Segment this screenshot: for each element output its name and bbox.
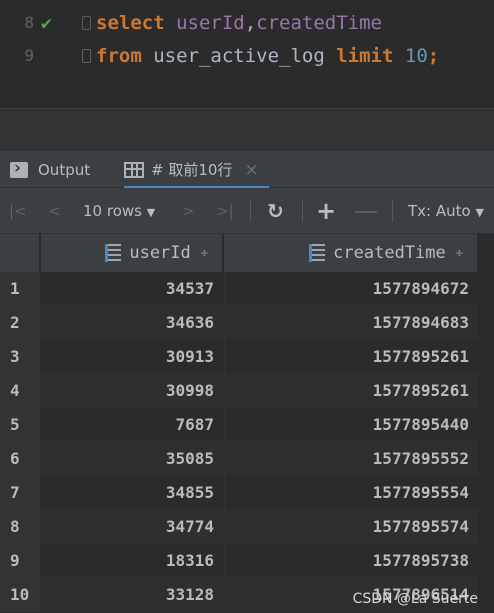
table-row[interactable]: 2 34636 1577894683 (0, 306, 494, 340)
page-size-dropdown[interactable]: 10 rows ▼ (83, 188, 155, 234)
code-token: user_active_log (153, 45, 337, 67)
result-toolbar: |< < 10 rows ▼ > >| ↻ + — Tx: Auto ▼ (0, 188, 494, 234)
code-token: userId (176, 12, 245, 34)
toolbar-divider (392, 200, 393, 222)
close-icon[interactable]: × (244, 160, 258, 180)
cell-createdtime[interactable]: 1577895554 (224, 476, 478, 510)
cell-userid[interactable]: 34537 (41, 272, 223, 306)
cell-userid[interactable]: 30913 (41, 340, 223, 374)
code-token: ; (427, 45, 440, 67)
table-row[interactable]: 7 34855 1577895554 (0, 476, 494, 510)
cell-userid[interactable]: 34636 (41, 306, 223, 340)
row-number[interactable]: 8 (0, 510, 40, 544)
table-row[interactable]: 5 7687 1577895440 (0, 408, 494, 442)
editor-bottom-strip (0, 108, 494, 150)
cell-createdtime[interactable]: 1577895552 (224, 442, 478, 476)
row-number[interactable]: 5 (0, 408, 40, 442)
sort-icon[interactable]: ÷ (456, 246, 463, 260)
row-number[interactable]: 2 (0, 306, 40, 340)
transaction-mode-label: Tx: Auto (408, 202, 471, 220)
code-line[interactable]: 9 from user_active_log limit 10; (0, 41, 494, 71)
table-row[interactable]: 8 34774 1577895574 (0, 510, 494, 544)
cell-createdtime[interactable]: 1577895261 (224, 340, 478, 374)
cell-userid[interactable]: 33128 (41, 578, 223, 612)
first-page-button[interactable]: |< (9, 188, 27, 234)
sql-editor[interactable]: ·· · · 8 ✔ select userId,createdTime 9 from … (0, 0, 494, 108)
column-header-label: createdTime (333, 243, 446, 263)
refresh-icon[interactable]: ↻ (267, 188, 284, 234)
code-text: select userId,createdTime (96, 8, 382, 38)
code-token: , (244, 12, 257, 34)
fold-icon[interactable] (82, 49, 91, 63)
last-page-button[interactable]: >| (216, 188, 234, 234)
cell-userid[interactable]: 34774 (41, 510, 223, 544)
row-number[interactable]: 10 (0, 578, 40, 612)
cell-userid[interactable]: 7687 (41, 408, 223, 442)
delete-row-button[interactable]: — (354, 188, 378, 234)
row-number[interactable]: 4 (0, 374, 40, 408)
line-number: 9 (24, 46, 34, 65)
column-icon (105, 244, 122, 262)
row-number-header (0, 234, 40, 272)
cell-createdtime[interactable]: 1577895440 (224, 408, 478, 442)
tab-result[interactable]: # 取前10行 × (124, 151, 269, 189)
code-token: limit (336, 45, 405, 67)
grid-icon (124, 161, 144, 178)
column-header-userid[interactable]: userId ÷ (41, 234, 223, 272)
sort-icon[interactable]: ÷ (201, 246, 208, 260)
transaction-mode-dropdown[interactable]: Tx: Auto ▼ (408, 188, 484, 234)
tab-output-label: Output (38, 160, 91, 179)
table-row[interactable]: 9 18316 1577895738 (0, 544, 494, 578)
prev-page-button[interactable]: < (48, 188, 61, 234)
cell-createdtime[interactable]: 1577894683 (224, 306, 478, 340)
add-row-button[interactable]: + (316, 188, 336, 234)
tab-output[interactable]: Output (10, 151, 90, 188)
row-number[interactable]: 3 (0, 340, 40, 374)
cell-createdtime[interactable]: 1577895738 (224, 544, 478, 578)
cell-createdtime[interactable]: 1577894672 (224, 272, 478, 306)
cell-userid[interactable]: 30998 (41, 374, 223, 408)
cell-userid[interactable]: 35085 (41, 442, 223, 476)
table-row[interactable]: 6 35085 1577895552 (0, 442, 494, 476)
code-token: select (96, 12, 177, 34)
column-header-createdtime[interactable]: createdTime ÷ (224, 234, 478, 272)
chevron-down-icon: ▼ (146, 206, 156, 219)
column-header-label: userId (129, 243, 191, 263)
previous-line-fragment: ·· · · (90, 0, 148, 5)
row-number[interactable]: 1 (0, 272, 40, 306)
cell-userid[interactable]: 34855 (41, 476, 223, 510)
row-number[interactable]: 7 (0, 476, 40, 510)
row-number[interactable]: 9 (0, 544, 40, 578)
code-line[interactable]: 8 ✔ select userId,createdTime (0, 8, 494, 38)
toolbar-divider (302, 200, 303, 222)
watermark: CSDN @La Suerte (352, 591, 478, 607)
cell-createdtime[interactable]: 1577895261 (224, 374, 478, 408)
code-token: 10 (404, 45, 428, 67)
line-number: 8 (24, 13, 34, 32)
code-token: from (96, 45, 154, 67)
check-icon: ✔ (41, 13, 52, 34)
result-grid: userId ÷ createdTime ÷ 1 34537 1577894672 2… (0, 234, 494, 613)
code-text: from user_active_log limit 10; (96, 41, 439, 71)
column-icon (309, 244, 326, 262)
next-page-button[interactable]: > (182, 188, 195, 234)
table-row[interactable]: 4 30998 1577895261 (0, 374, 494, 408)
toolbar-divider (250, 200, 251, 222)
row-number[interactable]: 6 (0, 442, 40, 476)
chevron-down-icon: ▼ (475, 206, 484, 219)
table-row[interactable]: 3 30913 1577895261 (0, 340, 494, 374)
code-token: createdTime (256, 12, 383, 34)
cell-createdtime[interactable]: 1577895574 (224, 510, 478, 544)
table-row[interactable]: 1 34537 1577894672 (0, 272, 494, 306)
tab-result-label: # 取前10行 (151, 161, 233, 179)
page-size-label: 10 rows (83, 202, 142, 220)
cell-userid[interactable]: 18316 (41, 544, 223, 578)
fold-icon[interactable] (82, 16, 91, 30)
output-icon (10, 158, 28, 178)
tool-window-tabs: Output # 取前10行 × (0, 150, 494, 189)
